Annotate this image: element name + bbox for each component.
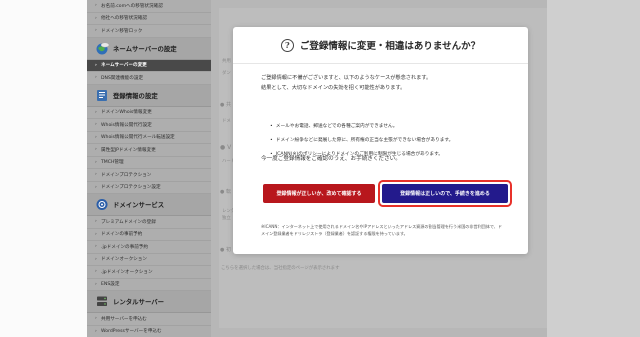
sidebar-item-label: .jpドメインオークション bbox=[101, 269, 153, 275]
sidebar-section-domain-service: ドメインサービス bbox=[87, 194, 211, 216]
sidebar-item-label: ドメインの事前予約 bbox=[101, 232, 143, 238]
bg-bullet-text: ● V bbox=[220, 144, 232, 151]
sidebar-item-label: ドメインWhois情報変更 bbox=[101, 110, 152, 116]
sidebar-section-title: 登録情報の設定 bbox=[113, 91, 158, 100]
sidebar-item-whois-proxy[interactable]: › Whois情報公開代行設定 bbox=[87, 119, 211, 132]
sidebar-item-wordpress-server[interactable]: › WordPressサーバーを申込む bbox=[87, 326, 211, 337]
proceed-button[interactable]: 登録情報は正しいので、手続きを進める bbox=[382, 184, 508, 203]
sidebar-section-title: レンタルサーバー bbox=[113, 298, 165, 306]
question-icon: ? bbox=[280, 38, 294, 52]
intro-line: 結果として、大切なドメインの失効を招く可能性があります。 bbox=[261, 85, 406, 91]
modal-intro: ご登録情報に不備がございますと、以下のようなケースが懸念されます。 結果として、… bbox=[261, 73, 431, 93]
sidebar-item-premium-domain[interactable]: › プレミアムドメインの登録 bbox=[87, 216, 211, 229]
confirm-message: 今一度ご登録情報をご確認のうえ、お手続きください。 bbox=[261, 156, 401, 162]
sidebar-item-transfer-lock[interactable]: › ドメイン移管ロック bbox=[87, 25, 211, 38]
sidebar-section-nameserver: ネームサーバーの設定 bbox=[87, 37, 211, 60]
sidebar-item-label: TMCH管理 bbox=[101, 160, 124, 166]
sidebar-item-whois-change[interactable]: › ドメインWhois情報変更 bbox=[87, 107, 211, 119]
sidebar-item-label: Whois情報公開代行メール転送設定 bbox=[101, 135, 175, 141]
sidebar-item-label: WordPressサーバーを申込む bbox=[101, 329, 162, 335]
icann-footnote: ※ICANN：インターネット上で使用されるドメイン名やIPアドレスといったアドレ… bbox=[261, 224, 502, 236]
bg-note: こちらを選択した場合は、当社指定のページが表示されます bbox=[221, 266, 340, 271]
intro-line: ご登録情報に不備がございますと、以下のようなケースが懸念されます。 bbox=[261, 75, 432, 81]
sidebar-item-whois-mail-forward[interactable]: › Whois情報公開代行メール転送設定 bbox=[87, 132, 211, 144]
confirmation-modal: ? ご登録情報に変更・相違はありませんか？ ご登録情報に不備がございますと、以下… bbox=[233, 27, 528, 254]
sidebar-item-label: ドメインプロテクション設定 bbox=[101, 185, 161, 191]
sidebar-item-domain-preorder[interactable]: › ドメインの事前予約 bbox=[87, 229, 211, 241]
sidebar-item-label: 他社への移管状況確認 bbox=[101, 16, 147, 22]
sidebar-item-label: お名前.comへの移管状況確認 bbox=[101, 3, 163, 9]
sidebar-section-title: ネームサーバーの設定 bbox=[113, 44, 177, 53]
sidebar-item-tmch[interactable]: › TMCH管理 bbox=[87, 157, 211, 169]
sidebar-item-label: Whois情報公開代行設定 bbox=[101, 122, 152, 128]
sidebar-item-jp-preorder[interactable]: › .jpドメインの事前予約 bbox=[87, 241, 211, 254]
globe-icon bbox=[95, 42, 110, 55]
sidebar-item-label: ドメインオークション bbox=[101, 257, 147, 263]
bg-bullet-text: ● 初 bbox=[220, 247, 231, 253]
sidebar-item-domain-protection[interactable]: › ドメインプロテクション bbox=[87, 169, 211, 182]
bg-text: ドメ bbox=[222, 119, 231, 124]
sidebar-item-label: ENS設定 bbox=[101, 282, 120, 288]
document-icon bbox=[95, 89, 110, 102]
bg-text: ダン bbox=[222, 71, 231, 76]
modal-title: ご登録情報に変更・相違はありませんか？ bbox=[299, 41, 481, 52]
sidebar-section-title: ドメインサービス bbox=[113, 201, 165, 209]
sidebar-section-rental-server: レンタルサーバー bbox=[87, 291, 211, 313]
sidebar-item-label: 属性型JPドメイン情報変更 bbox=[101, 147, 156, 153]
sidebar-item-change-nameserver[interactable]: › ネームサーバーの変更 bbox=[87, 59, 211, 72]
sidebar-item-label: ドメインプロテクション bbox=[101, 172, 152, 178]
sidebar-item-jp-domain-info[interactable]: › 属性型JPドメイン情報変更 bbox=[87, 144, 211, 157]
sidebar-item-label: プレミアムドメインの登録 bbox=[101, 219, 156, 225]
domain-service-icon bbox=[95, 198, 110, 211]
sidebar: › お名前.comへの移管状況確認 › 他社への移管状況確認 › ドメイン移管ロック … bbox=[87, 0, 211, 337]
sidebar-item-label: 共用サーバーを申込む bbox=[101, 316, 147, 322]
sidebar-item-domain-protection-settings[interactable]: › ドメインプロテクション設定 bbox=[87, 182, 211, 194]
sidebar-item-jp-auction[interactable]: › .jpドメインオークション bbox=[87, 266, 211, 279]
bg-text: 独立 bbox=[222, 216, 231, 221]
sidebar-item-transfer-status[interactable]: › お名前.comへの移管状況確認 bbox=[87, 0, 211, 13]
right-background bbox=[547, 0, 640, 337]
server-icon bbox=[95, 295, 110, 308]
recheck-registration-button[interactable]: 登録情報が正しいか、改めて確認する bbox=[263, 184, 375, 203]
risk-item: ドメイン紛争などに発展した際に、所有権の正当な主張ができない場合があります。 bbox=[270, 134, 454, 148]
sidebar-item-outbound-transfer[interactable]: › 他社への移管状況確認 bbox=[87, 13, 211, 25]
bg-bullet-text: ● 共 bbox=[220, 102, 231, 108]
sidebar-item-label: ネームサーバーの変更 bbox=[101, 63, 147, 69]
sidebar-item-shared-server[interactable]: › 共用サーバーを申込む bbox=[87, 313, 211, 326]
sidebar-item-dns-settings[interactable]: › DNS関連機能の設定 bbox=[87, 72, 211, 85]
modal-header: ? ご登録情報に変更・相違はありませんか？ bbox=[233, 27, 528, 64]
sidebar-item-label: ドメイン移管ロック bbox=[101, 28, 143, 34]
sidebar-item-label: .jpドメインの事前予約 bbox=[101, 244, 148, 250]
risk-item: メールやお電話、郵送などでの各種ご案内ができません。 bbox=[270, 120, 453, 134]
sidebar-section-registration: 登録情報の設定 bbox=[87, 84, 211, 107]
sidebar-item-ens[interactable]: › ENS設定 bbox=[87, 279, 211, 291]
bg-text: 共用 bbox=[222, 59, 231, 64]
sidebar-item-label: DNS関連機能の設定 bbox=[101, 75, 144, 81]
sidebar-item-domain-auction[interactable]: › ドメインオークション bbox=[87, 254, 211, 266]
left-gutter bbox=[0, 0, 87, 337]
bg-bullet-text: ● 転 bbox=[220, 189, 231, 195]
